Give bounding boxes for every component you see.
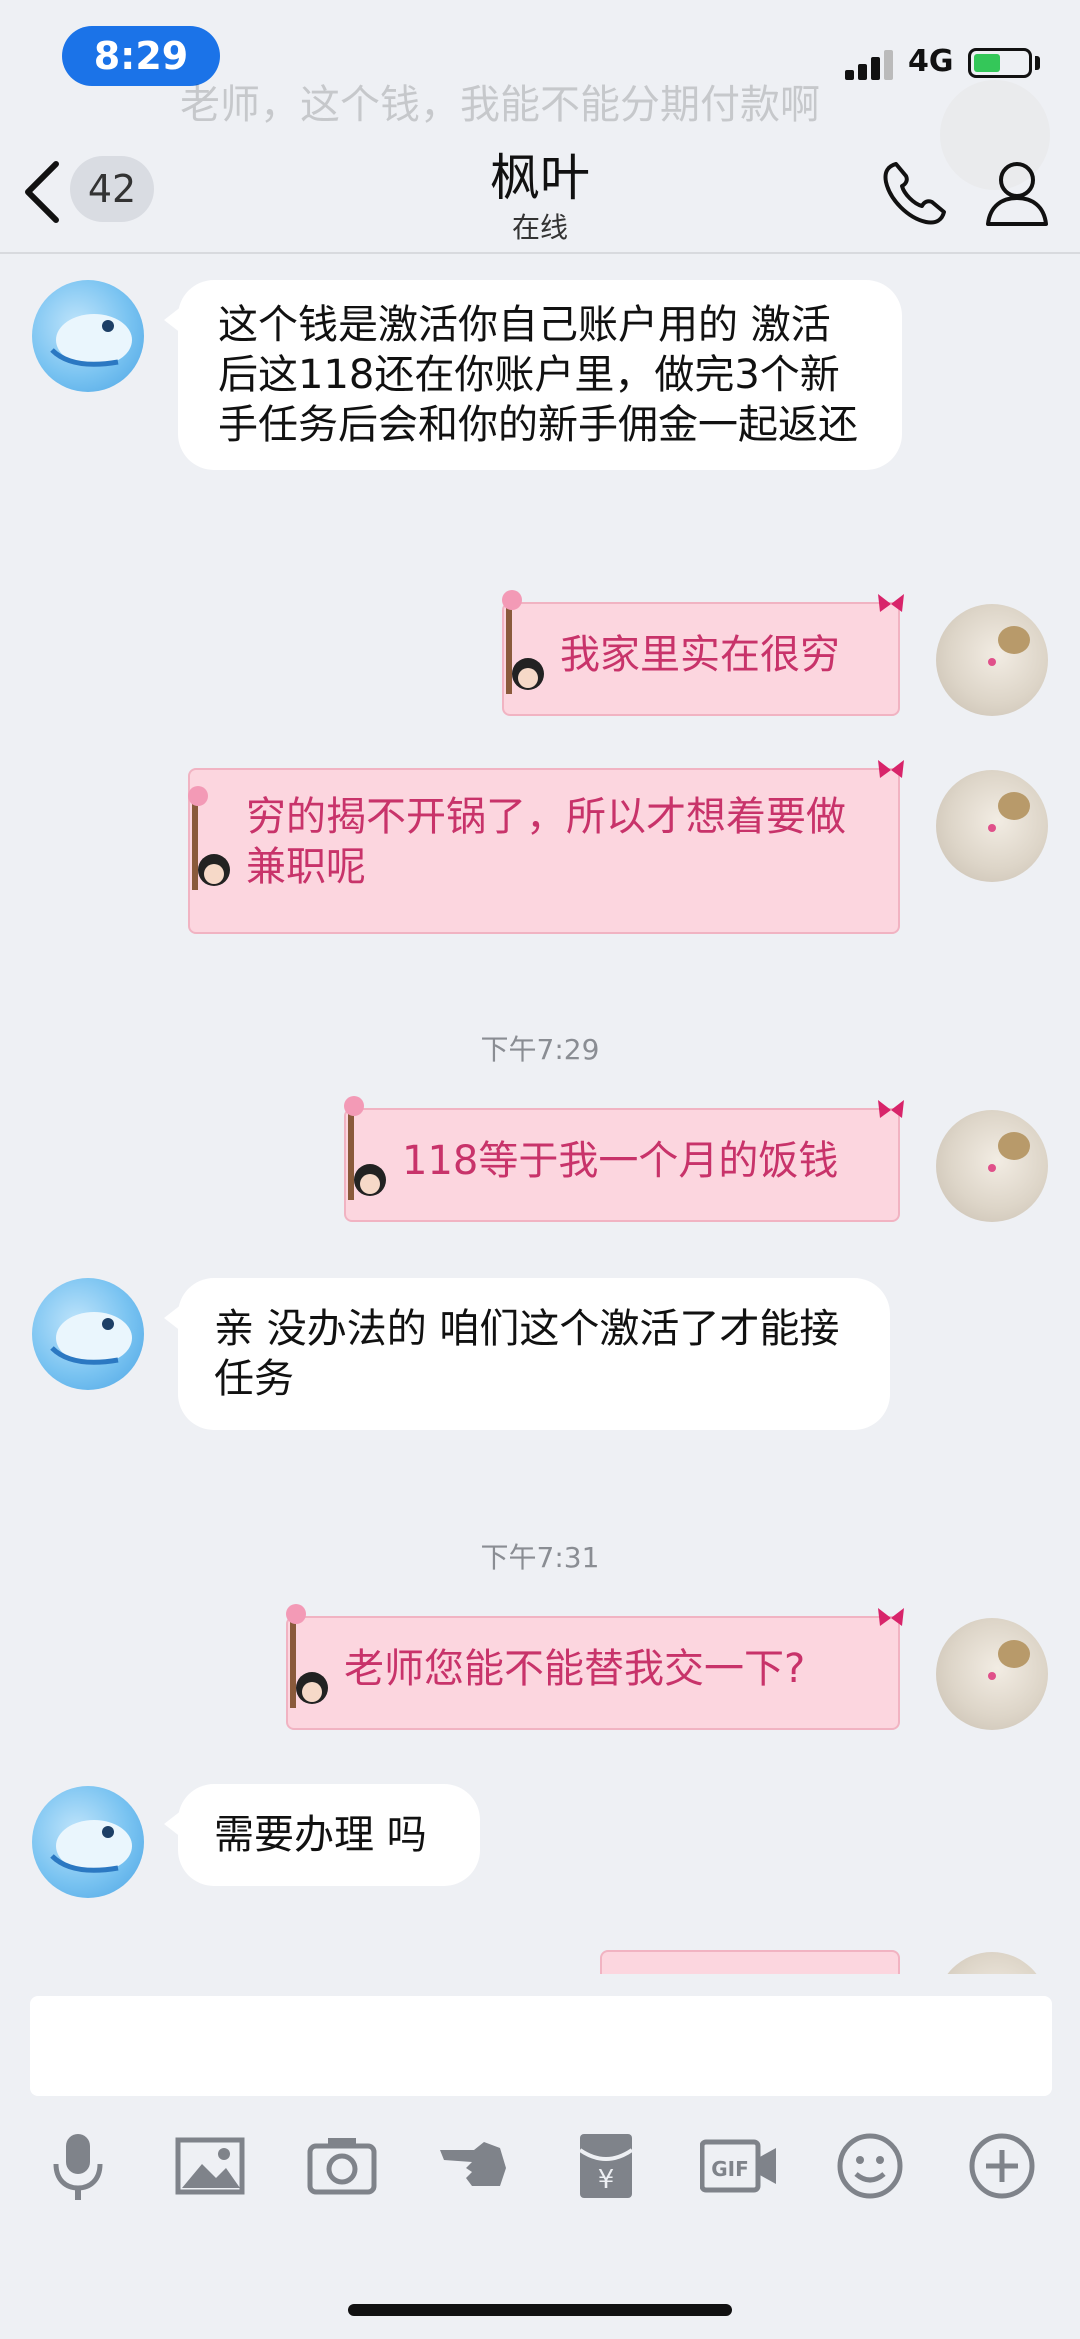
battery-icon [968, 48, 1032, 78]
decor-girl-icon [344, 1096, 386, 1200]
outgoing-message[interactable]: 穷的揭不开锅了，所以才想着要做兼职呢 [188, 760, 904, 934]
message-text: 我家里实在很穷 [560, 632, 840, 678]
decor-girl-icon [286, 1604, 328, 1708]
profile-button[interactable] [980, 156, 1054, 230]
message-text: 这个钱是激活你自己账户用的 激活后这118还在你账户里，做完3个新手任务后会和你… [218, 302, 858, 448]
contact-avatar[interactable] [32, 1278, 144, 1390]
person-icon [986, 162, 1048, 226]
message-text: 118等于我一个月的饭钱 [402, 1138, 839, 1184]
battery-cap [1035, 56, 1040, 70]
contact-avatar[interactable] [32, 280, 144, 392]
plus-icon[interactable] [964, 2128, 1040, 2204]
chat-header: 老师，这个钱，我能不能分期付款啊 42 枫叶 在线 [0, 80, 1080, 254]
input-toolbar: ¥ GIF [0, 2128, 1080, 2218]
dolphin-icon [50, 1312, 132, 1365]
status-time: 8:29 [62, 26, 220, 86]
butterfly-icon [878, 1100, 904, 1118]
outgoing-message[interactable]: 118等于我一个月的饭钱 [344, 1096, 904, 1222]
my-avatar[interactable] [936, 604, 1048, 716]
dolphin-icon [50, 1820, 132, 1873]
red-packet-icon[interactable]: ¥ [568, 2128, 644, 2204]
decor-girl-icon [188, 786, 230, 890]
incoming-message[interactable]: 这个钱是激活你自己账户用的 激活后这118还在你账户里，做完3个新手任务后会和你… [164, 280, 902, 470]
message-text: 穷的揭不开锅了，所以才想着要做兼职呢 [246, 794, 846, 890]
poke-icon[interactable] [436, 2128, 512, 2204]
incoming-message[interactable]: 需要办理 吗 [164, 1784, 480, 1886]
message-text: 亲 没办法的 咱们这个激活了才能接任务 [214, 1306, 840, 1402]
butterfly-icon [878, 594, 904, 612]
camera-icon[interactable] [304, 2128, 380, 2204]
message-list[interactable]: 这个钱是激活你自己账户用的 激活后这118还在你账户里，做完3个新手任务后会和你… [0, 254, 1080, 1974]
outgoing-message[interactable]: 我家里实在很穷 [502, 590, 904, 716]
timestamp: 下午7:29 [480, 1033, 600, 1066]
signal-icon [845, 48, 895, 80]
my-avatar[interactable] [936, 1952, 1048, 1974]
dolphin-icon [50, 314, 132, 367]
contact-avatar[interactable] [32, 1786, 144, 1898]
emoji-icon[interactable] [832, 2128, 908, 2204]
my-avatar[interactable] [936, 1618, 1048, 1730]
network-label: 4G [908, 44, 954, 79]
message-input[interactable] [30, 1996, 1052, 2096]
ghost-text: 老师，这个钱，我能不能分期付款啊 [180, 82, 820, 128]
microphone-icon[interactable] [40, 2128, 116, 2204]
incoming-message[interactable]: 亲 没办法的 咱们这个激活了才能接任务 [164, 1278, 890, 1430]
svg-text:¥: ¥ [598, 2165, 615, 2195]
phone-call-button[interactable] [878, 156, 952, 230]
my-avatar[interactable] [936, 770, 1048, 882]
timestamp: 下午7:31 [480, 1541, 600, 1574]
decor-girl-icon [502, 590, 544, 694]
outgoing-message[interactable]: 老师您能不能替我交一下? [286, 1604, 904, 1730]
message-text: 老师您能不能替我交一下? [344, 1646, 806, 1692]
gif-icon[interactable]: GIF [699, 2128, 780, 2204]
image-icon[interactable] [172, 2128, 248, 2204]
butterfly-icon [878, 1608, 904, 1626]
svg-text:GIF: GIF [711, 2157, 749, 2181]
phone-icon [883, 162, 946, 225]
home-indicator [348, 2304, 732, 2316]
outgoing-message-partial[interactable] [600, 1950, 900, 1974]
message-text: 需要办理 吗 [214, 1812, 427, 1858]
butterfly-icon [878, 760, 904, 778]
my-avatar[interactable] [936, 1110, 1048, 1222]
